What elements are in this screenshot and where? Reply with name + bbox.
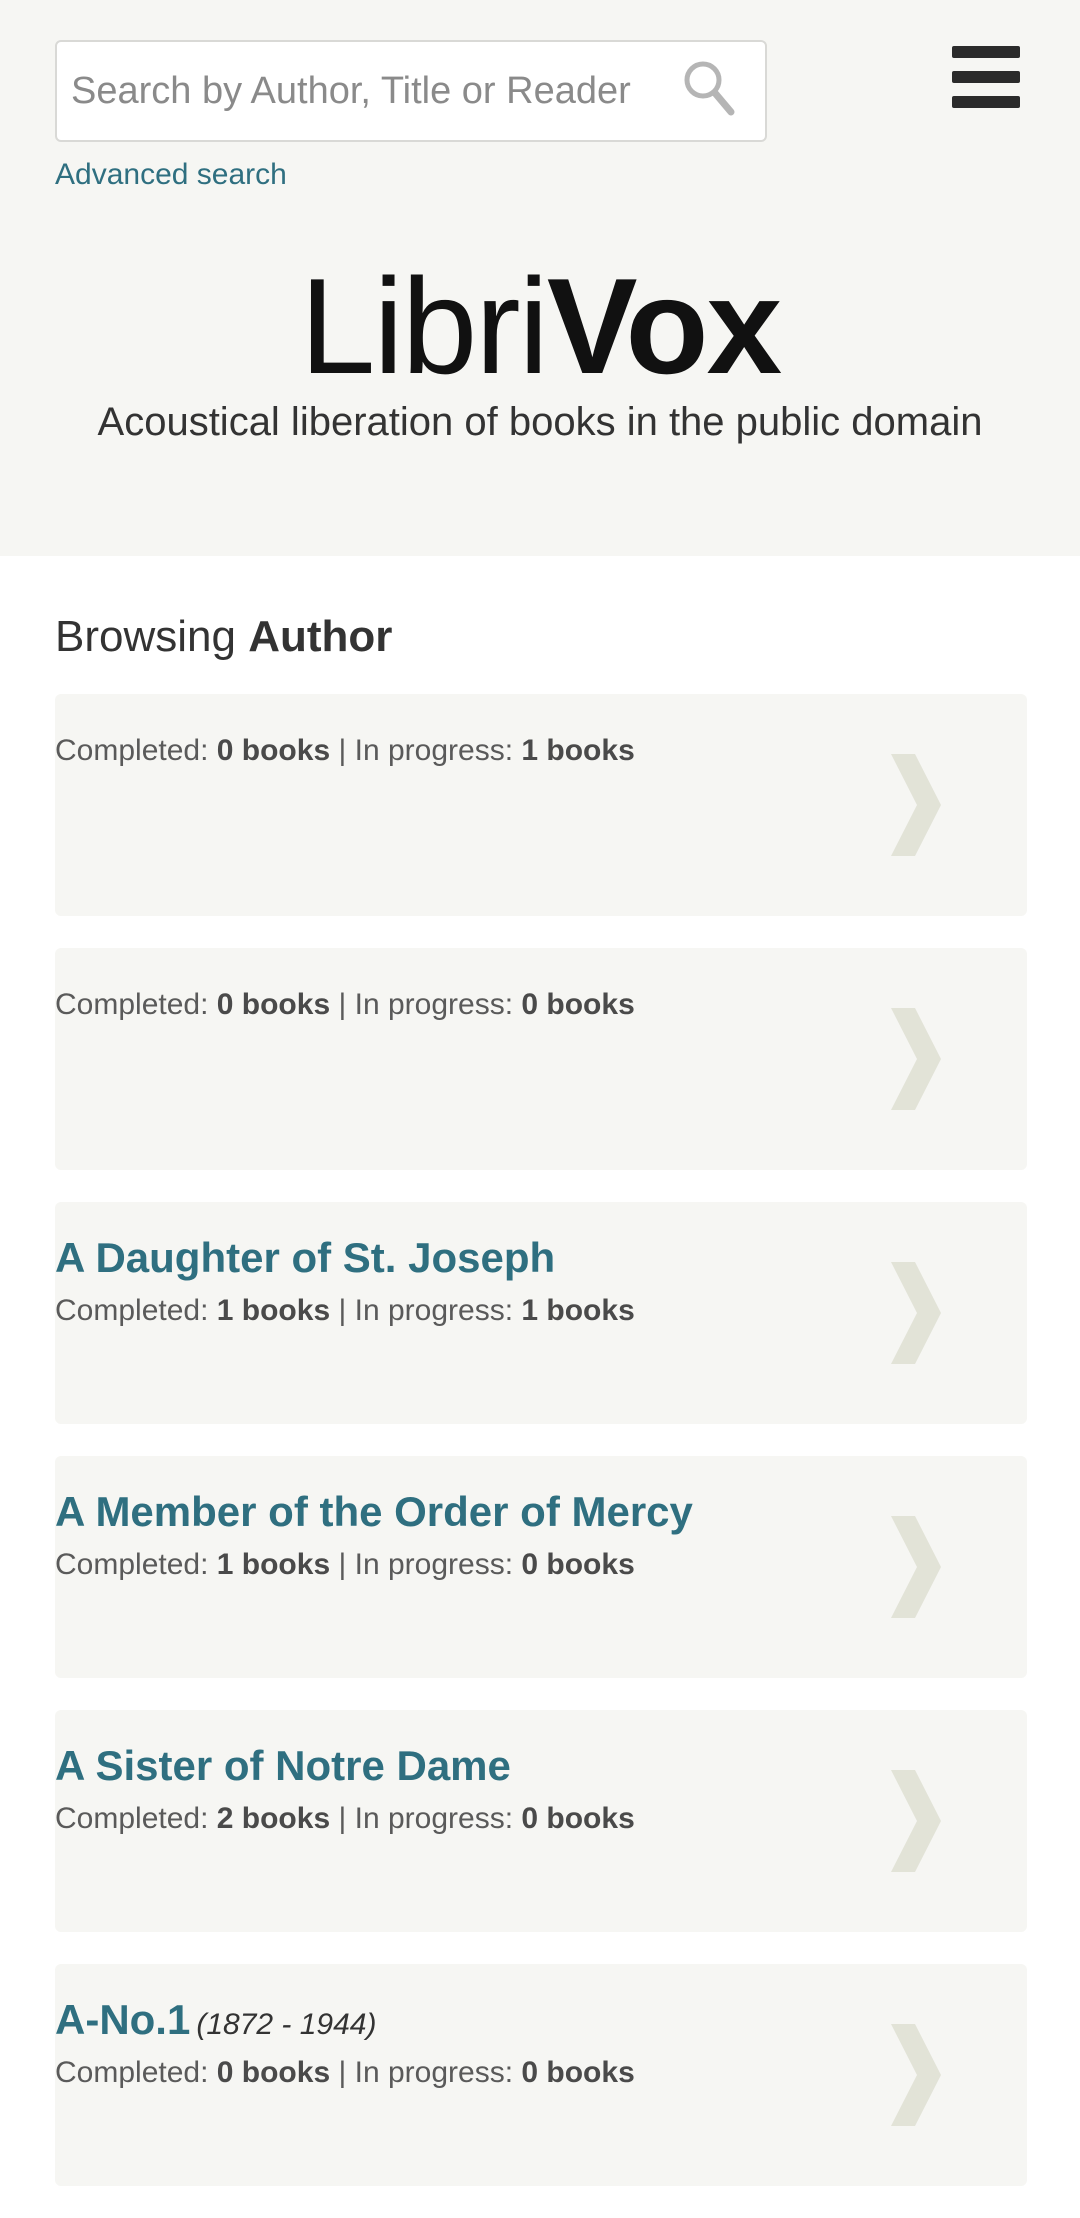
browse-heading: Browsing Author xyxy=(55,612,392,662)
hamburger-menu-icon[interactable] xyxy=(952,46,1022,108)
in-progress-count: 0 books xyxy=(521,988,635,1021)
completed-label: Completed: xyxy=(55,734,209,767)
book-counts: Completed: 0 books | In progress: 1 book… xyxy=(55,734,635,768)
completed-label: Completed: xyxy=(55,2056,209,2089)
author-name-link[interactable]: A Daughter of St. Joseph xyxy=(55,1234,555,1282)
in-progress-count: 0 books xyxy=(521,1548,635,1581)
in-progress-count: 0 books xyxy=(521,1802,635,1835)
librivox-logo[interactable]: LibriVox xyxy=(0,246,1080,406)
completed-count: 0 books xyxy=(216,734,331,767)
chevron-right-icon xyxy=(891,754,941,856)
in-progress-count: 1 books xyxy=(521,734,635,767)
book-counts: Completed: 1 books | In progress: 1 book… xyxy=(55,1294,635,1328)
in-progress-label: In progress: xyxy=(354,734,514,767)
author-card[interactable]: A Member of the Order of Mercy Completed:… xyxy=(55,1456,1027,1678)
book-counts: Completed: 1 books | In progress: 0 book… xyxy=(55,1548,635,1582)
chevron-right-icon xyxy=(891,1262,941,1364)
completed-label: Completed: xyxy=(55,1802,209,1835)
menu-bar xyxy=(952,71,1020,83)
completed-count: 0 books xyxy=(216,988,331,1021)
logo-part-vox: Vox xyxy=(546,250,782,402)
search-box[interactable] xyxy=(55,40,767,142)
chevron-right-icon xyxy=(891,2024,941,2126)
separator: | xyxy=(338,2056,347,2089)
author-name-link[interactable]: A-No.1 (1872 - 1944) xyxy=(55,1996,376,2044)
separator: | xyxy=(338,1548,347,1581)
in-progress-count: 1 books xyxy=(521,1294,635,1327)
author-card[interactable]: A-No.1 (1872 - 1944) Completed: 0 books | … xyxy=(55,1964,1027,2186)
in-progress-label: In progress: xyxy=(354,2056,514,2089)
chevron-right-icon xyxy=(891,1516,941,1618)
separator: | xyxy=(338,1294,347,1327)
author-card[interactable]: Completed: 0 books | In progress: 0 book… xyxy=(55,948,1027,1170)
completed-label: Completed: xyxy=(55,1548,209,1581)
author-list: Completed: 0 books | In progress: 1 book… xyxy=(55,694,1027,2218)
separator: | xyxy=(338,988,347,1021)
completed-label: Completed: xyxy=(55,1294,209,1327)
menu-bar xyxy=(952,46,1020,58)
advanced-search-link[interactable]: Advanced search xyxy=(55,158,287,192)
completed-count: 2 books xyxy=(216,1802,331,1835)
author-name-link[interactable]: A Member of the Order of Mercy xyxy=(55,1488,693,1536)
search-icon[interactable] xyxy=(681,58,737,118)
book-counts: Completed: 0 books | In progress: 0 book… xyxy=(55,2056,635,2090)
chevron-right-icon xyxy=(891,1008,941,1110)
completed-label: Completed: xyxy=(55,988,209,1021)
author-name: A Sister of Notre Dame xyxy=(55,1742,511,1789)
in-progress-count: 0 books xyxy=(521,2056,635,2089)
author-card[interactable]: A Sister of Notre Dame Completed: 2 books… xyxy=(55,1710,1027,1932)
chevron-right-icon xyxy=(891,1770,941,1872)
author-name: A Daughter of St. Joseph xyxy=(55,1234,556,1281)
in-progress-label: In progress: xyxy=(354,988,514,1021)
menu-bar xyxy=(952,96,1020,108)
separator: | xyxy=(338,734,347,767)
search-input[interactable] xyxy=(71,42,671,140)
author-card[interactable]: Completed: 0 books | In progress: 1 book… xyxy=(55,694,1027,916)
browse-prefix: Browsing xyxy=(55,612,236,661)
separator: | xyxy=(338,1802,347,1835)
author-dates: (1872 - 1944) xyxy=(196,2008,377,2041)
author-name-link[interactable]: A Sister of Notre Dame xyxy=(55,1742,511,1790)
author-card[interactable]: A Daughter of St. Joseph Completed: 1 boo… xyxy=(55,1202,1027,1424)
logo-part-libri: Libri xyxy=(299,250,549,402)
in-progress-label: In progress: xyxy=(354,1294,514,1327)
in-progress-label: In progress: xyxy=(354,1802,514,1835)
site-tagline: Acoustical liberation of books in the pu… xyxy=(97,400,983,444)
in-progress-label: In progress: xyxy=(354,1548,514,1581)
browse-category: Author xyxy=(248,612,393,661)
author-name: A-No.1 xyxy=(55,1996,191,2043)
author-name: A Member of the Order of Mercy xyxy=(55,1488,693,1535)
completed-count: 0 books xyxy=(216,2056,331,2089)
completed-count: 1 books xyxy=(216,1294,331,1327)
site-header: Advanced search LibriVox Acoustical libe… xyxy=(0,0,1080,556)
book-counts: Completed: 2 books | In progress: 0 book… xyxy=(55,1802,635,1836)
completed-count: 1 books xyxy=(216,1548,331,1581)
book-counts: Completed: 0 books | In progress: 0 book… xyxy=(55,988,635,1022)
